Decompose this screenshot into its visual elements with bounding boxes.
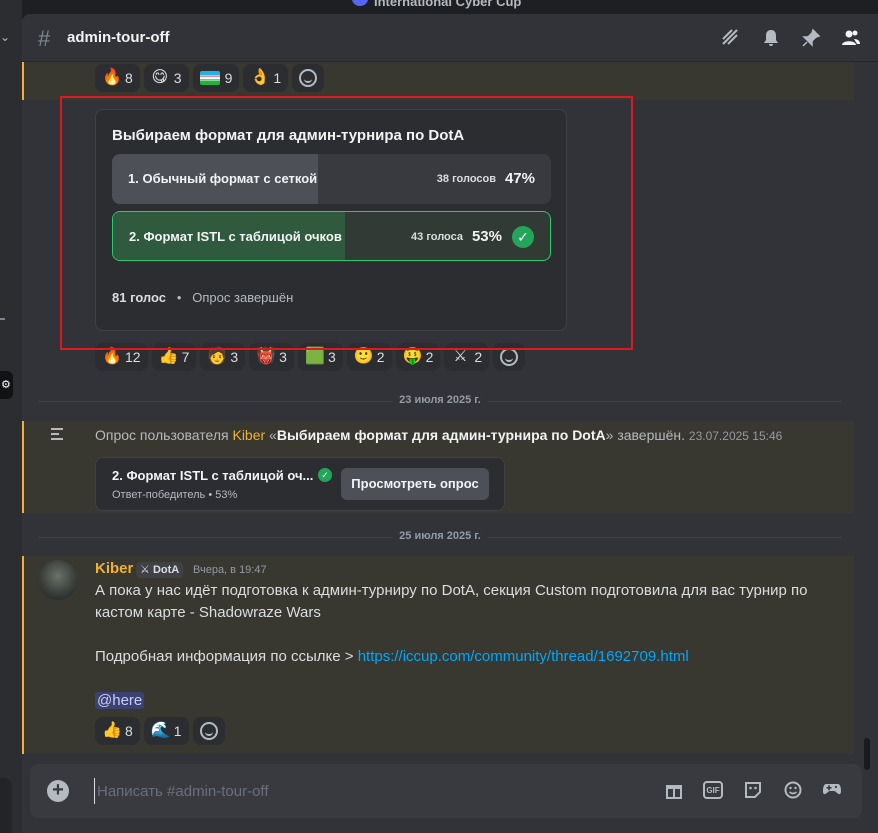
message-time: Вчера, в 19:47	[193, 564, 267, 576]
message-author[interactable]: Kiber	[95, 560, 133, 577]
reaction-ok[interactable]: 👌 1	[243, 64, 289, 92]
date-divider: 25 июля 2025 г.	[38, 530, 842, 542]
sword-icon: ⚔	[140, 564, 150, 576]
reaction-wave[interactable]: 🌊 1	[143, 717, 189, 745]
reaction-fire[interactable]: 🔥 8	[95, 64, 140, 92]
server-name: International Cyber Cup	[374, 0, 522, 9]
plus-icon[interactable]: +	[47, 780, 69, 802]
system-message-text: Опрос пользователя Kiber «Выбираем форма…	[95, 427, 783, 443]
message-line: кастом карте - Shadowraze Wars	[95, 604, 321, 621]
message-composer: + GIF	[30, 764, 862, 818]
check-icon: ✓	[318, 468, 332, 482]
timestamp: 23.07.2025 15:46	[688, 429, 783, 443]
poll-result-title: 2. Формат ISTL с таблицой оч...	[112, 468, 314, 483]
date-divider-label: 23 июля 2025 г.	[393, 394, 487, 406]
smile-icon	[199, 722, 218, 740]
annotation-highlight-box	[60, 96, 633, 350]
avatar[interactable]	[38, 560, 78, 600]
poll-result-card: 2. Формат ISTL с таблицой оч... ✓ Ответ-…	[95, 457, 505, 511]
add-reaction-button[interactable]	[292, 64, 325, 92]
message-line: А пока у нас идёт подготовка к админ-тур…	[95, 582, 808, 599]
reaction-thumbsup[interactable]: 👍 8	[95, 717, 140, 745]
date-divider-label: 25 июля 2025 г.	[393, 530, 487, 542]
pin-icon[interactable]	[801, 28, 821, 48]
message-line: Подробная информация по ссылке > https:/…	[95, 648, 689, 665]
scrollbar-thumb[interactable]	[864, 738, 870, 770]
threads-icon[interactable]	[720, 28, 740, 48]
reaction-bar-top: 🔥 8 😋 3 9 👌 1	[95, 64, 325, 92]
message-input[interactable]	[94, 778, 594, 804]
reaction-yum[interactable]: 😋 3	[143, 64, 189, 92]
hashtag-icon: #	[38, 26, 51, 51]
divider	[0, 318, 5, 320]
poll-icon	[51, 428, 67, 445]
smile-icon	[500, 348, 519, 366]
server-title-bar: International Cyber Cup	[22, 0, 878, 14]
reaction-flag-uz[interactable]: 9	[192, 64, 240, 92]
flag-uz-icon	[199, 71, 220, 85]
chevron-icon[interactable]: ⌄	[0, 30, 10, 44]
message-line: @here	[95, 690, 835, 712]
date-divider: 23 июля 2025 г.	[38, 394, 842, 406]
gif-icon[interactable]: GIF	[703, 781, 723, 799]
reaction-bar-message: 👍 8 🌊 1	[95, 717, 225, 745]
user-panel-edge	[0, 778, 12, 833]
channel-header: # admin-tour-off	[22, 14, 878, 62]
poll-result-subtitle: Ответ-победитель • 53%	[112, 489, 238, 501]
add-reaction-button[interactable]	[192, 717, 225, 745]
bell-icon[interactable]	[761, 28, 781, 48]
message-link[interactable]: https://iccup.com/community/thread/16927…	[358, 648, 689, 665]
system-message-user[interactable]: Kiber	[232, 427, 265, 443]
server-tag[interactable]: ⚔ DotA	[136, 562, 184, 578]
settings-badge[interactable]: ⚙	[0, 371, 13, 399]
smile-icon	[299, 69, 318, 87]
channel-title: admin-tour-off	[67, 29, 170, 46]
system-message-poll-title: Выбираем формат для админ-турнира по Dot…	[276, 427, 606, 443]
mention-here[interactable]: @here	[95, 692, 145, 709]
gamepad-icon[interactable]	[822, 781, 842, 801]
sticker-icon[interactable]	[743, 781, 763, 801]
view-poll-button[interactable]: Просмотреть опрос	[341, 468, 489, 500]
emoji-icon[interactable]	[783, 781, 803, 801]
members-icon[interactable]	[841, 28, 861, 48]
server-icon	[352, 0, 368, 6]
message-body: А пока у нас идёт подготовка к админ-тур…	[95, 580, 835, 712]
gift-icon[interactable]	[664, 781, 684, 801]
server-sidebar-edge: ⌄ ⚙	[0, 0, 22, 833]
